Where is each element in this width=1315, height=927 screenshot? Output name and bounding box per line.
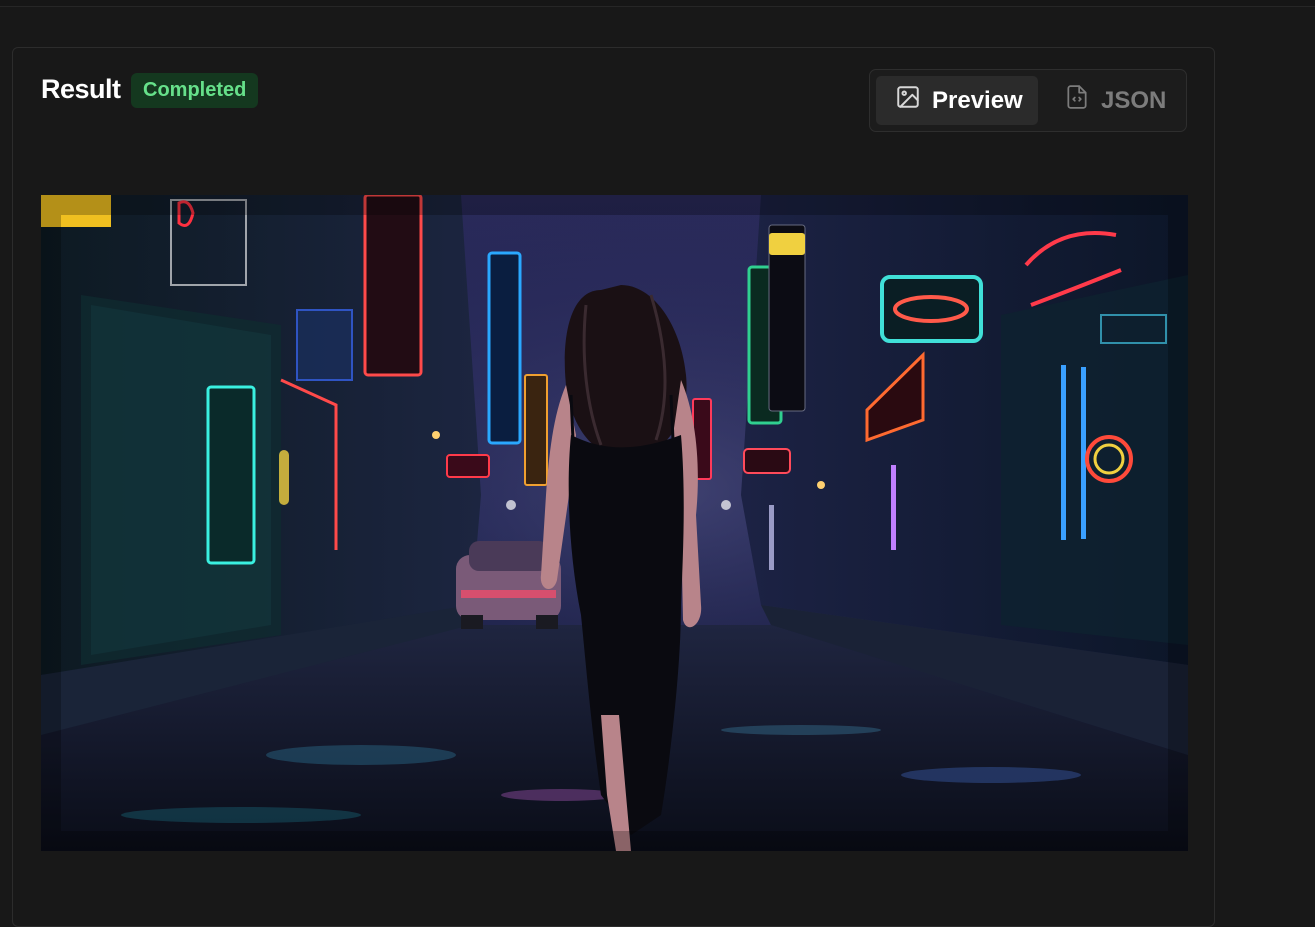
top-bar [0,0,1315,7]
view-toggle: Preview JSON [869,69,1187,132]
json-tab[interactable]: JSON [1052,76,1178,125]
result-panel: Result Completed Preview JSON [12,47,1215,927]
status-badge: Completed [131,73,259,108]
json-tab-label: JSON [1101,86,1167,114]
result-title: Result [41,74,121,104]
image-icon [895,84,921,117]
file-code-icon [1064,84,1090,117]
preview-tab-label: Preview [932,86,1023,114]
preview-image [41,195,1188,851]
preview-tab[interactable]: Preview [876,76,1038,125]
